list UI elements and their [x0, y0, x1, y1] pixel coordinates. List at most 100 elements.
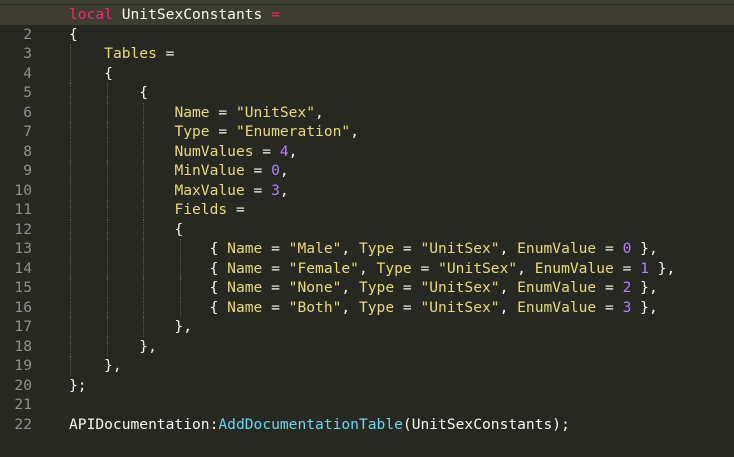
code-token: Tables — [104, 45, 157, 62]
indent-guide — [106, 180, 108, 200]
code-line[interactable] — [69, 395, 729, 415]
line-number: 15 — [14, 279, 32, 296]
code-line[interactable]: Fields = — [69, 200, 729, 220]
code-token: = — [411, 259, 439, 277]
code-token: , — [499, 298, 518, 316]
code-token: "UnitSex" — [420, 240, 500, 257]
line-number: 16 — [14, 298, 32, 316]
indent-guide — [106, 278, 108, 298]
code-token: = — [596, 240, 623, 257]
indent-guide — [106, 122, 108, 142]
indent-guide — [70, 317, 71, 337]
indent-guide — [70, 63, 71, 83]
code-token: MinValue — [174, 162, 245, 179]
indent-guide — [106, 141, 108, 161]
code-token: EnumValue — [517, 298, 597, 316]
code-token: EnumValue — [517, 279, 597, 296]
indent-guide — [70, 239, 71, 259]
indent-guide — [106, 258, 108, 278]
code-token: { — [69, 259, 228, 277]
indent-guide — [179, 278, 181, 298]
line-number: 5 — [23, 84, 32, 101]
code-token: = — [613, 259, 641, 277]
code-line[interactable]: { Name = "Male", Type = "UnitSex", EnumV… — [69, 239, 729, 259]
indent-guide — [106, 219, 108, 239]
code-line[interactable]: { Name = "None", Type = "UnitSex", EnumV… — [69, 278, 729, 298]
code-line[interactable]: Name = "UnitSex", — [69, 102, 729, 122]
code-token: Name — [174, 103, 210, 121]
code-token: { — [69, 240, 228, 257]
indent-guide — [70, 102, 71, 122]
indent-guide — [143, 297, 145, 317]
code-token: , — [341, 240, 359, 257]
line-number: 7 — [23, 123, 32, 140]
code-token: Name — [227, 279, 263, 296]
code-line[interactable]: { — [69, 63, 729, 83]
code-line[interactable]: local UnitSexConstants = — [0, 5, 734, 25]
code-line[interactable]: { Name = "Both", Type = "UnitSex", EnumV… — [69, 297, 729, 317]
indent-guide — [143, 122, 145, 142]
indent-guide — [70, 122, 71, 142]
code-token: "UnitSex" — [420, 298, 500, 316]
line-number: 19 — [14, 357, 32, 374]
code-editor[interactable]: 12345678910111213141516171819202122 loca… — [0, 0, 734, 457]
code-token: { — [69, 298, 228, 316]
line-number: 20 — [14, 376, 32, 394]
code-line[interactable]: Type = "Enumeration", — [69, 122, 729, 142]
code-token: }, — [69, 357, 122, 374]
indent-guide — [143, 141, 145, 161]
indent-guide — [70, 219, 71, 239]
line-number: 13 — [14, 240, 32, 257]
code-token: Type — [174, 123, 210, 140]
line-number: 6 — [23, 103, 32, 121]
code-token: , — [517, 259, 535, 277]
code-token: "UnitSex" — [438, 259, 518, 277]
code-token: Fields — [174, 201, 228, 218]
code-line[interactable]: }, — [69, 356, 729, 376]
indent-guide — [143, 258, 145, 278]
code-line[interactable]: }, — [69, 317, 729, 337]
indent-guide — [143, 317, 145, 337]
code-token: APIDocumentation — [69, 415, 210, 433]
code-line[interactable]: { — [69, 25, 729, 45]
code-token: , — [279, 162, 289, 179]
code-token: { — [69, 84, 149, 101]
code-line[interactable]: }; — [69, 376, 729, 396]
indent-guide — [179, 297, 181, 317]
code-token: , — [499, 240, 518, 257]
code-line[interactable]: }, — [69, 336, 729, 356]
line-number: 17 — [14, 318, 32, 335]
line-number-gutter[interactable]: 12345678910111213141516171819202122 — [0, 5, 58, 434]
code-token: ); — [552, 415, 570, 433]
line-number: 12 — [14, 220, 32, 238]
code-token: }, — [631, 279, 658, 296]
code-token: , — [350, 123, 359, 140]
indent-guide — [143, 219, 145, 239]
code-token: Name — [227, 240, 263, 257]
code-line[interactable]: { — [69, 83, 729, 103]
line-number: 2 — [23, 25, 32, 43]
line-number: 18 — [14, 337, 32, 355]
code-token: EnumValue — [517, 240, 597, 257]
code-line[interactable]: MinValue = 0, — [69, 161, 729, 181]
code-line[interactable]: { Name = "Female", Type = "UnitSex", Enu… — [69, 258, 729, 278]
code-token: EnumValue — [534, 259, 614, 277]
code-line[interactable]: Tables = — [69, 44, 729, 64]
code-line[interactable]: NumValues = 4, — [69, 141, 729, 161]
code-token: = — [271, 6, 280, 23]
code-line[interactable]: APIDocumentation:AddDocumentationTable(U… — [69, 415, 729, 435]
line-number: 3 — [23, 45, 32, 62]
code-area[interactable]: local UnitSexConstants ={ Tables = { { N… — [0, 5, 734, 435]
line-number: 11 — [14, 201, 32, 218]
code-token: ( — [402, 415, 412, 433]
code-token: = — [394, 279, 421, 296]
code-token: Name — [227, 298, 263, 316]
code-line[interactable]: { — [69, 219, 729, 239]
code-token: = — [394, 240, 421, 257]
code-token: }; — [69, 376, 87, 394]
code-token: = — [253, 142, 280, 160]
code-line[interactable]: MaxValue = 3, — [69, 180, 729, 200]
